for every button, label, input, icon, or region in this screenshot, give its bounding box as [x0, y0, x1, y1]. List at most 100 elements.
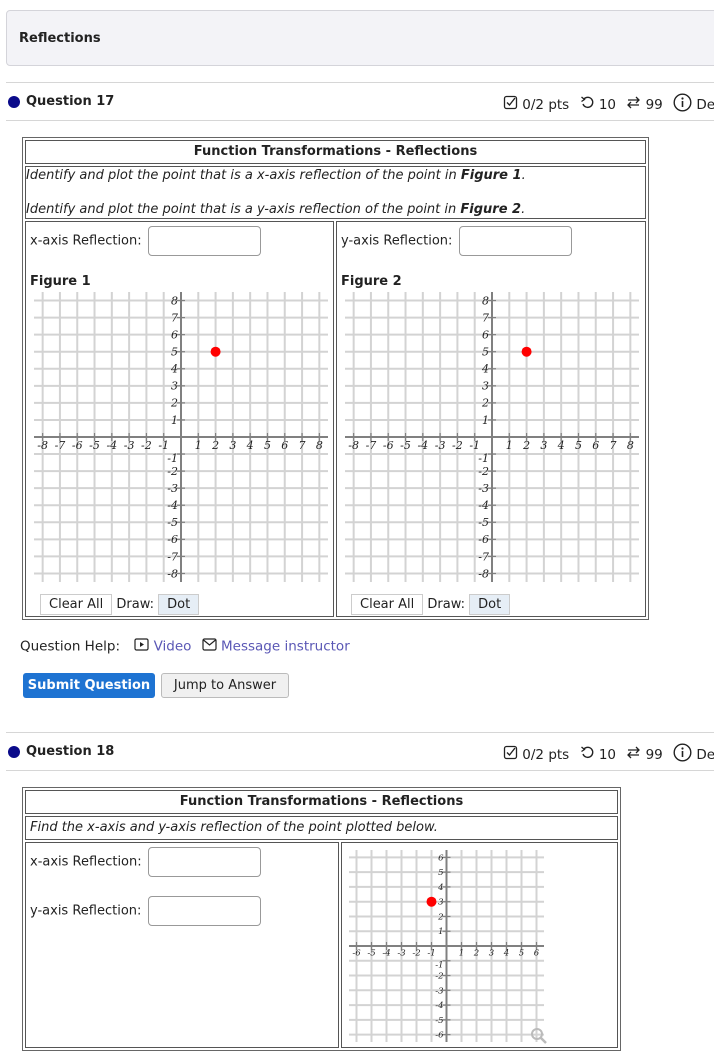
y-tick-label: -5: [478, 516, 489, 529]
x-tick-label: 3: [489, 949, 494, 959]
figure-1-cell: x-axis Reflection: Figure 1 -8 -7 -6 -5 -4 -3…: [25, 221, 334, 617]
x-tick-label: -6: [352, 949, 361, 959]
retry-icon: [580, 95, 595, 114]
x-tick-label: 8: [627, 439, 634, 452]
divider: [6, 120, 714, 121]
y-tick-label: 5: [438, 868, 443, 878]
graph-cell: -6 -5 -4 -3 -2 -1 1 2 3 4 5 6 -6 -5 -4 -3 -2 -1 1 2 3 4 5 6: [341, 842, 618, 1048]
y-reflection-label: y-axis Reflection:: [30, 903, 142, 919]
x-tick-label: -1: [469, 439, 480, 452]
instructions: Identify and plot the point that is a x-…: [25, 166, 646, 219]
x-tick-label: 3: [229, 439, 236, 452]
message-instructor-link[interactable]: Message instructor: [221, 639, 350, 655]
y-tick-label: 3: [482, 380, 489, 393]
figure-1-graph[interactable]: -8 -7 -6 -5 -4 -3 -2 -1 1 2 3 4 5 6 7 8-8-7-6-5-4-3-2-1…: [28, 286, 334, 588]
submit-question-button[interactable]: Submit Question: [23, 673, 155, 698]
video-icon[interactable]: [134, 638, 149, 655]
x-reflection-input[interactable]: [147, 226, 261, 256]
x-tick-label: -7: [366, 439, 377, 452]
x-tick-label: 1: [459, 949, 464, 959]
zoom-magnifier-icon[interactable]: [530, 1027, 548, 1049]
x-tick-label: 6: [592, 439, 599, 452]
y-tick-label: -7: [478, 550, 489, 563]
x-tick-label: 7: [610, 439, 617, 452]
video-link[interactable]: Video: [154, 639, 192, 655]
x-tick-label: -8: [37, 439, 48, 452]
checkbox-score-icon: [503, 95, 518, 114]
x-tick-label: 7: [299, 439, 306, 452]
x-tick-label: 5: [519, 949, 524, 959]
retries-count: 10: [598, 96, 616, 113]
y-tick-label: 8: [482, 294, 489, 307]
table-caption: Function Transformations - Reflections: [25, 790, 618, 814]
y-reflection-input[interactable]: [458, 226, 572, 256]
dot-tool-button[interactable]: Dot: [469, 594, 511, 615]
checkbox-score-icon: [503, 745, 518, 764]
y-tick-label: 7: [171, 311, 178, 324]
figure-2-graph[interactable]: -8 -7 -6 -5 -4 -3 -2 -1 1 2 3 4 5 6 7 8-8-7-6-5-4-3-2-1…: [339, 286, 645, 588]
y-tick-label: -8: [167, 567, 178, 580]
y-tick-label: -8: [478, 567, 489, 580]
question-18-table: Function Transformations - Reflections F…: [22, 787, 621, 1051]
question-title: Question 18: [26, 744, 115, 759]
clear-all-button[interactable]: Clear All: [351, 594, 424, 615]
assignment-header: Reflections: [6, 10, 714, 66]
y-tick-label: -2: [435, 972, 443, 982]
y-tick-label: -4: [435, 1001, 443, 1011]
figure-2-cell: y-axis Reflection: Figure 2 -8 -7 -6 -5 -4 -3…: [336, 221, 646, 617]
y-tick-label: 4: [170, 363, 178, 376]
attempts-count: 99: [645, 96, 663, 113]
y-reflection-label: y-axis Reflection:: [341, 233, 453, 249]
status-dot-icon: [8, 746, 20, 758]
instructions: Find the x-axis and y-axis reflection of…: [25, 816, 618, 840]
y-tick-label: 2: [170, 397, 178, 410]
x-tick-label: -6: [72, 439, 83, 452]
x-tick-label: 6: [534, 949, 540, 959]
points-text: 0/2 pts: [522, 746, 570, 763]
x-tick-label: 4: [246, 439, 254, 452]
divider: [6, 82, 714, 83]
x-tick-label: -5: [89, 439, 100, 452]
info-icon[interactable]: [673, 743, 692, 766]
retry-icon: [580, 745, 595, 764]
y-tick-label: 3: [438, 898, 443, 908]
x-tick-label: 6: [281, 439, 288, 452]
y-tick-label: -4: [167, 499, 178, 512]
details-link[interactable]: Details: [696, 97, 714, 113]
dot-tool-button[interactable]: Dot: [158, 594, 200, 615]
x-tick-label: 3: [540, 439, 547, 452]
clear-all-button[interactable]: Clear All: [40, 594, 113, 615]
y-tick-label: -2: [478, 465, 489, 478]
question-18-graph: -6 -5 -4 -3 -2 -1 1 2 3 4 5 6-6-5-4-3-2-1123456: [349, 850, 544, 1042]
mail-icon[interactable]: [202, 638, 217, 655]
instruction-line: Identify and plot the point that is a x-…: [26, 168, 526, 183]
y-tick-label: -1: [167, 452, 178, 465]
info-icon[interactable]: [673, 93, 692, 116]
y-tick-label: 6: [482, 328, 489, 341]
y-tick-label: -4: [478, 499, 489, 512]
jump-to-answer-button[interactable]: Jump to Answer: [161, 673, 289, 698]
divider: [6, 732, 714, 733]
retries-count: 10: [598, 746, 616, 763]
x-tick-label: 2: [211, 439, 219, 452]
question-meta: 0/2 pts 10 99 Details: [503, 93, 714, 116]
attempts-icon: [626, 95, 641, 114]
x-tick-label: -1: [158, 439, 169, 452]
y-tick-label: 7: [482, 311, 489, 324]
details-link[interactable]: Details: [696, 747, 714, 763]
x-tick-label: 2: [473, 949, 479, 959]
y-reflection-input[interactable]: [147, 896, 261, 926]
x-tick-label: -2: [452, 439, 463, 452]
x-tick-label: -4: [106, 439, 117, 452]
x-tick-label: -3: [124, 439, 135, 452]
x-reflection-input[interactable]: [147, 847, 261, 877]
y-tick-label: 6: [171, 328, 178, 341]
y-tick-label: 2: [481, 397, 489, 410]
status-dot-icon: [8, 96, 20, 108]
plotted-point: [521, 346, 532, 357]
draw-label: Draw:: [427, 597, 466, 612]
question-meta: 0/2 pts 10 99 Details: [503, 743, 714, 766]
plotted-point: [210, 346, 221, 357]
y-tick-label: -6: [167, 533, 178, 546]
y-tick-label: 4: [437, 883, 443, 893]
